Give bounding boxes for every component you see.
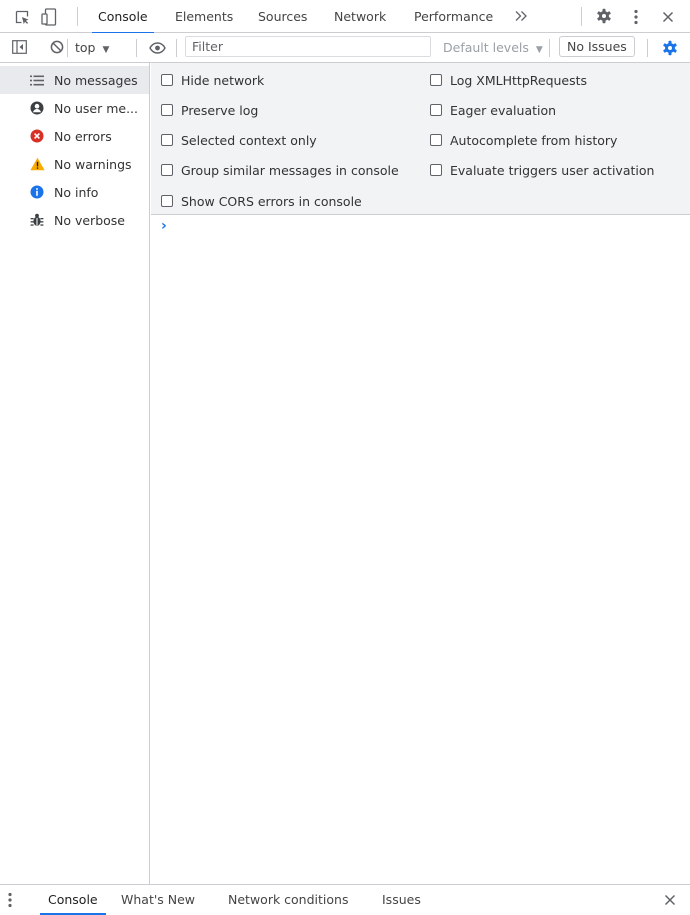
evaluate-triggers-user-activation-checkbox[interactable] xyxy=(430,164,442,176)
console-sidebar: No messages No user me... No errors No w… xyxy=(0,63,150,884)
toolbar-divider xyxy=(176,39,177,57)
sidebar-item-label: No user me... xyxy=(54,100,138,116)
sidebar-item-user-messages[interactable]: No user me... xyxy=(0,94,149,122)
sidebar-item-messages[interactable]: No messages xyxy=(0,66,149,94)
sidebar-item-label: No verbose xyxy=(54,212,125,228)
tab-console[interactable]: Console xyxy=(92,0,154,34)
filter-input[interactable] xyxy=(185,36,431,57)
option-label: Eager evaluation xyxy=(450,102,557,118)
console-prompt[interactable]: › xyxy=(161,218,681,236)
option-label: Autocomplete from history xyxy=(450,132,618,148)
drawer-tab-console[interactable]: Console xyxy=(40,885,106,915)
bug-icon xyxy=(29,212,45,228)
eager-evaluation-checkbox[interactable] xyxy=(430,104,442,116)
tab-performance[interactable]: Performance xyxy=(414,0,493,33)
sidebar-item-label: No info xyxy=(54,184,99,200)
eye-icon[interactable] xyxy=(148,40,166,56)
option-label: Selected context only xyxy=(181,132,317,148)
drawer-tab-whats-new[interactable]: What's New xyxy=(121,885,195,915)
autocomplete-from-history-checkbox[interactable] xyxy=(430,134,442,146)
info-icon xyxy=(29,184,45,200)
drawer-tab-bar: Console What's New Network conditions Is… xyxy=(0,884,690,915)
sidebar-item-errors[interactable]: No errors xyxy=(0,122,149,150)
group-similar-checkbox[interactable] xyxy=(161,164,173,176)
log-levels-dropdown[interactable]: Default levels ▼ xyxy=(443,33,543,62)
clear-console-icon[interactable] xyxy=(49,39,65,55)
devtools-tab-bar: Console Elements Sources Network Perform… xyxy=(0,0,690,34)
preserve-log-option[interactable]: Preserve log xyxy=(161,96,258,124)
option-label: Evaluate triggers user activation xyxy=(450,162,655,178)
list-icon xyxy=(29,72,45,88)
kebab-menu-icon[interactable] xyxy=(630,8,642,26)
context-selector[interactable]: top ▼ xyxy=(75,33,109,62)
user-icon xyxy=(29,100,45,116)
tab-elements[interactable]: Elements xyxy=(175,0,233,33)
selected-context-only-option[interactable]: Selected context only xyxy=(161,126,317,154)
option-label: Preserve log xyxy=(181,102,259,118)
option-label: Log XMLHttpRequests xyxy=(450,72,588,88)
group-similar-option[interactable]: Group similar messages in console xyxy=(161,156,399,184)
device-toolbar-icon[interactable] xyxy=(40,7,58,27)
console-settings-gear-icon[interactable] xyxy=(661,39,678,56)
context-label: top xyxy=(75,40,96,55)
sidebar-item-label: No errors xyxy=(54,128,112,144)
levels-label: Default levels xyxy=(443,40,529,55)
console-toolbar: top ▼ Default levels ▼ No Issues xyxy=(0,33,690,63)
sidebar-item-label: No warnings xyxy=(54,156,132,172)
drawer-tab-issues[interactable]: Issues xyxy=(382,885,421,915)
option-label: Group similar messages in console xyxy=(181,162,399,178)
hide-network-option[interactable]: Hide network xyxy=(161,66,264,94)
tab-network[interactable]: Network xyxy=(334,0,386,33)
option-label: Hide network xyxy=(181,72,265,88)
prompt-chevron-icon: › xyxy=(161,218,167,234)
toolbar-divider xyxy=(581,7,582,26)
dropdown-arrow-icon: ▼ xyxy=(535,45,543,55)
error-icon xyxy=(29,128,45,144)
drawer-tab-network-conditions[interactable]: Network conditions xyxy=(228,885,348,915)
close-drawer-icon[interactable] xyxy=(663,893,677,907)
show-cors-errors-checkbox[interactable] xyxy=(161,195,173,207)
show-cors-errors-option[interactable]: Show CORS errors in console xyxy=(161,187,362,215)
sidebar-item-label: No messages xyxy=(54,72,138,88)
issues-button[interactable]: No Issues xyxy=(559,36,635,57)
console-settings-pane: Hide network Preserve log Selected conte… xyxy=(151,63,690,215)
toolbar-divider xyxy=(67,39,68,57)
sidebar-toggle-icon[interactable] xyxy=(11,39,27,55)
sidebar-item-warnings[interactable]: No warnings xyxy=(0,150,149,178)
tab-label: Console xyxy=(48,892,98,907)
inspect-element-icon[interactable] xyxy=(13,8,31,26)
toolbar-divider xyxy=(77,7,78,26)
toolbar-divider xyxy=(647,39,648,57)
sidebar-item-verbose[interactable]: No verbose xyxy=(0,206,149,234)
more-tabs-icon[interactable] xyxy=(513,8,529,24)
hide-network-checkbox[interactable] xyxy=(161,74,173,86)
log-xmlhttprequests-checkbox[interactable] xyxy=(430,74,442,86)
log-xmlhttprequests-option[interactable]: Log XMLHttpRequests xyxy=(430,66,587,94)
gear-icon[interactable] xyxy=(595,7,613,25)
eager-evaluation-option[interactable]: Eager evaluation xyxy=(430,96,556,124)
option-label: Show CORS errors in console xyxy=(181,193,362,209)
tab-sources[interactable]: Sources xyxy=(258,0,307,33)
autocomplete-from-history-option[interactable]: Autocomplete from history xyxy=(430,126,617,154)
selected-context-only-checkbox[interactable] xyxy=(161,134,173,146)
tab-label: Console xyxy=(98,9,148,24)
evaluate-triggers-user-activation-option[interactable]: Evaluate triggers user activation xyxy=(430,156,654,184)
dropdown-arrow-icon: ▼ xyxy=(102,45,110,55)
preserve-log-checkbox[interactable] xyxy=(161,104,173,116)
drawer-menu-icon[interactable] xyxy=(5,892,15,908)
toolbar-divider xyxy=(136,39,137,57)
sidebar-item-info[interactable]: No info xyxy=(0,178,149,206)
close-icon[interactable] xyxy=(660,9,676,25)
toolbar-divider xyxy=(549,39,550,57)
warning-icon xyxy=(29,156,45,172)
